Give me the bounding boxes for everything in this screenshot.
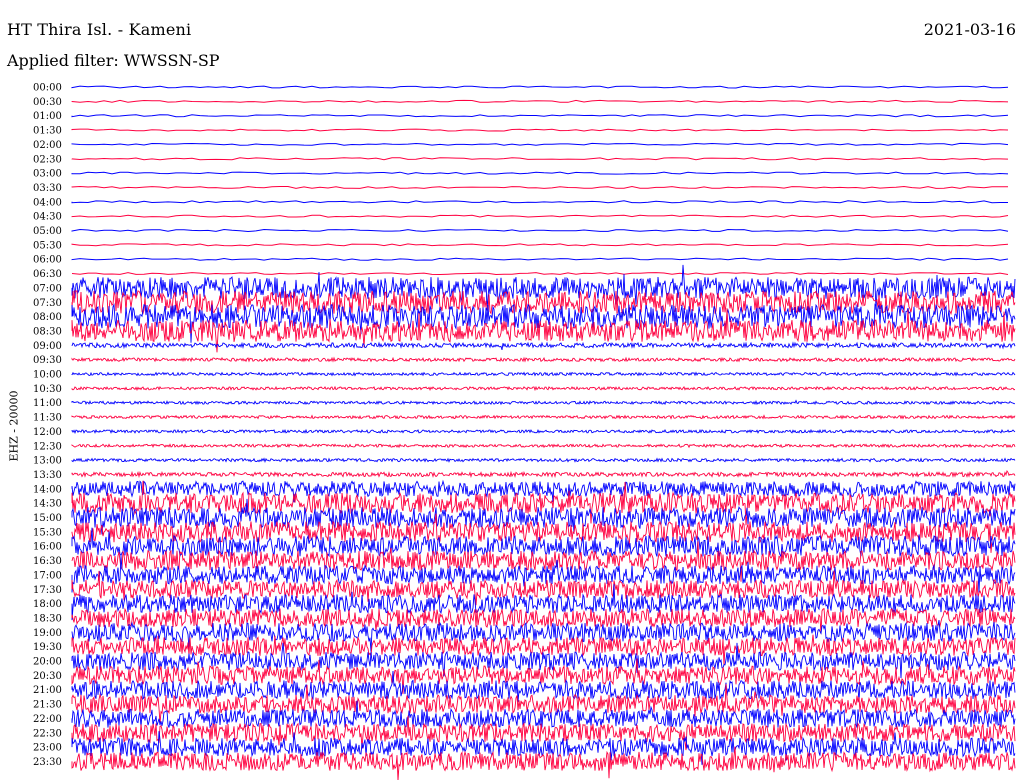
trace-lines [71,85,1016,780]
row-label: 01:00 [33,111,62,122]
trace-row [71,264,1016,311]
row-label: 03:30 [33,183,62,194]
row-label: 07:30 [33,298,62,309]
trace-row [71,128,1009,132]
row-label: 06:30 [33,269,62,280]
trace-row [71,171,1009,175]
row-label: 06:00 [33,255,62,266]
trace-row [71,414,1016,420]
row-label: 12:30 [33,441,62,452]
row-label: 07:00 [33,283,62,294]
trace-row [71,469,1016,479]
row-label: 14:00 [33,484,62,495]
row-label: 23:30 [33,757,62,768]
row-label: 12:00 [33,427,62,438]
row-label: 11:30 [33,413,62,424]
row-label: 17:30 [33,585,62,596]
row-label: 13:00 [33,456,62,467]
trace-row [71,356,1016,363]
row-label: 04:30 [33,212,62,223]
row-label: 09:30 [33,355,62,366]
row-labels: 00:00 00:30 01:00 01:30 02:00 02:30 03:00 03:30… [33,83,62,768]
row-label: 00:30 [33,97,62,108]
row-label: 16:00 [33,542,62,553]
row-label: 03:00 [33,169,62,180]
row-label: 08:30 [33,326,62,337]
trace-row [71,85,1009,89]
row-label: 18:30 [33,613,62,624]
row-label: 20:30 [33,671,62,682]
trace-row [71,257,1009,261]
row-label: 13:30 [33,470,62,481]
row-label: 16:30 [33,556,62,567]
trace-row [71,142,1009,146]
row-label: 02:00 [33,140,62,151]
trace-row [71,341,1016,351]
trace-row [71,371,1016,377]
row-label: 11:00 [33,398,62,409]
row-label: 19:30 [33,642,62,653]
row-label: 19:00 [33,628,62,639]
trace-row [71,457,1016,463]
row-label: 00:00 [33,83,62,94]
row-label: 21:30 [33,700,62,711]
row-label: 20:00 [33,657,62,668]
trace-row [71,185,1009,189]
row-label: 22:30 [33,728,62,739]
row-label: 10:00 [33,370,62,381]
row-label: 18:00 [33,599,62,610]
row-label: 14:30 [33,499,62,510]
helicorder-plot: 00:00 00:30 01:00 01:30 02:00 02:30 03:00 03:30… [33,83,1016,780]
row-label: 10:30 [33,384,62,395]
row-label: 15:00 [33,513,62,524]
trace-row [71,243,1009,247]
row-label: 09:00 [33,341,62,352]
row-label: 22:00 [33,714,62,725]
trace-row [71,399,1015,406]
trace-row [71,228,1009,233]
trace-row [71,428,1016,435]
row-label: 01:30 [33,126,62,137]
trace-row [71,157,1009,161]
row-label: 04:00 [33,197,62,208]
row-label: 08:00 [33,312,62,323]
trace-row [71,114,1009,118]
trace-row [71,200,1008,204]
trace-row [71,443,1016,449]
trace-row [71,214,1009,218]
trace-row [71,272,1009,276]
row-label: 15:30 [33,527,62,538]
row-label: 17:00 [33,570,62,581]
row-label: 21:00 [33,685,62,696]
row-label: 05:00 [33,226,62,237]
trace-row [71,99,1009,103]
row-label: 23:00 [33,743,62,754]
row-label: 05:30 [33,240,62,251]
row-label: 02:30 [33,154,62,165]
trace-row [71,385,1016,392]
